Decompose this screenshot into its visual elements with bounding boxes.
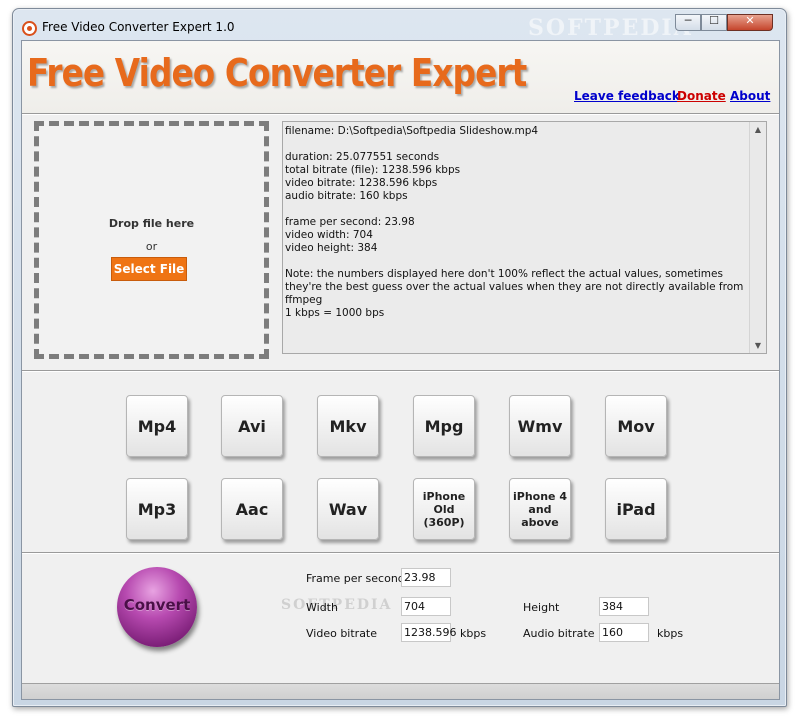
info-note: Note: the numbers displayed here don't 1… xyxy=(285,268,744,306)
client-area: Free Video Converter Expert Leave feedba… xyxy=(21,40,780,700)
width-label: Width xyxy=(306,601,338,614)
file-info-box[interactable]: filename: D:\Softpedia\Softpedia Slidesh… xyxy=(282,121,767,354)
select-file-button[interactable]: Select File xyxy=(111,257,187,281)
info-line: video width: 704 xyxy=(285,229,373,241)
or-label: or xyxy=(145,240,158,253)
info-line xyxy=(285,138,749,151)
video-bitrate-unit: kbps xyxy=(460,627,487,640)
file-info-text: filename: D:\Softpedia\Softpedia Slidesh… xyxy=(285,125,749,320)
info-line xyxy=(285,255,749,268)
window-title: Free Video Converter Expert 1.0 xyxy=(42,20,235,34)
audio-bitrate-label: Audio bitrate xyxy=(523,627,595,640)
title-bar[interactable]: Free Video Converter Expert 1.0 SOFTPEDI… xyxy=(13,9,786,41)
drop-file-label: Drop file here xyxy=(108,217,195,230)
minimize-icon: ─ xyxy=(684,14,692,27)
info-line: video bitrate: 1238.596 kbps xyxy=(285,177,438,189)
formats-top-divider xyxy=(22,370,779,372)
info-line: total bitrate (file): 1238.596 kbps xyxy=(285,164,461,176)
audio-bitrate-input[interactable]: 160 xyxy=(599,623,649,642)
fps-label: Frame per second xyxy=(306,572,405,585)
softpedia-watermark: SOFTPEDIA xyxy=(528,15,693,41)
app-logo: Free Video Converter Expert xyxy=(27,51,527,95)
info-scrollbar[interactable]: ▲ ▼ xyxy=(749,122,766,353)
format-button-aac[interactable]: Aac xyxy=(221,478,283,540)
format-button-ipad[interactable]: iPad xyxy=(605,478,667,540)
format-button-mpg[interactable]: Mpg xyxy=(413,395,475,457)
format-button-mov[interactable]: Mov xyxy=(605,395,667,457)
close-button[interactable]: ✕ xyxy=(727,14,773,31)
fps-input[interactable]: 23.98 xyxy=(401,568,451,587)
info-line: audio bitrate: 160 kbps xyxy=(285,190,408,202)
video-bitrate-label: Video bitrate xyxy=(306,627,378,640)
header-divider xyxy=(22,113,779,115)
maximize-button[interactable]: ☐ xyxy=(701,14,727,31)
info-line: frame per second: 23.98 xyxy=(285,216,415,228)
scroll-down-arrow-icon[interactable]: ▼ xyxy=(750,341,766,350)
convert-button[interactable]: Convert xyxy=(117,567,197,647)
app-icon xyxy=(22,21,37,36)
status-bar xyxy=(22,683,779,699)
audio-bitrate-unit: kbps xyxy=(657,627,684,640)
width-input[interactable]: 704 xyxy=(401,597,451,616)
header-banner: Free Video Converter Expert Leave feedba… xyxy=(22,41,779,113)
height-input[interactable]: 384 xyxy=(599,597,649,616)
format-button-avi[interactable]: Avi xyxy=(221,395,283,457)
info-line: filename: D:\Softpedia\Softpedia Slidesh… xyxy=(285,125,539,137)
format-button-mkv[interactable]: Mkv xyxy=(317,395,379,457)
about-link[interactable]: About xyxy=(730,89,770,103)
close-icon: ✕ xyxy=(745,14,755,27)
format-button-iphone-4[interactable]: iPhone 4 and above xyxy=(509,478,571,540)
leave-feedback-link[interactable]: Leave feedback xyxy=(574,89,680,103)
drop-zone[interactable]: Drop file here or Select File xyxy=(34,121,269,359)
video-bitrate-input[interactable]: 1238.596 xyxy=(401,623,457,642)
format-button-iphone-old[interactable]: iPhone Old (360P) xyxy=(413,478,475,540)
format-button-mp3[interactable]: Mp3 xyxy=(126,478,188,540)
minimize-button[interactable]: ─ xyxy=(675,14,701,31)
donate-link[interactable]: Donate xyxy=(677,89,726,103)
scroll-up-arrow-icon[interactable]: ▲ xyxy=(750,125,766,134)
info-line: 1 kbps = 1000 bps xyxy=(285,307,385,319)
format-button-wav[interactable]: Wav xyxy=(317,478,379,540)
app-window: Free Video Converter Expert 1.0 SOFTPEDI… xyxy=(12,8,787,707)
format-button-wmv[interactable]: Wmv xyxy=(509,395,571,457)
convert-label: Convert xyxy=(123,596,191,614)
info-line: video height: 384 xyxy=(285,242,378,254)
info-line xyxy=(285,203,749,216)
formats-bottom-divider xyxy=(22,552,779,554)
info-line: duration: 25.077551 seconds xyxy=(285,151,440,163)
height-label: Height xyxy=(523,601,560,614)
format-button-mp4[interactable]: Mp4 xyxy=(126,395,188,457)
maximize-icon: ☐ xyxy=(709,14,719,27)
